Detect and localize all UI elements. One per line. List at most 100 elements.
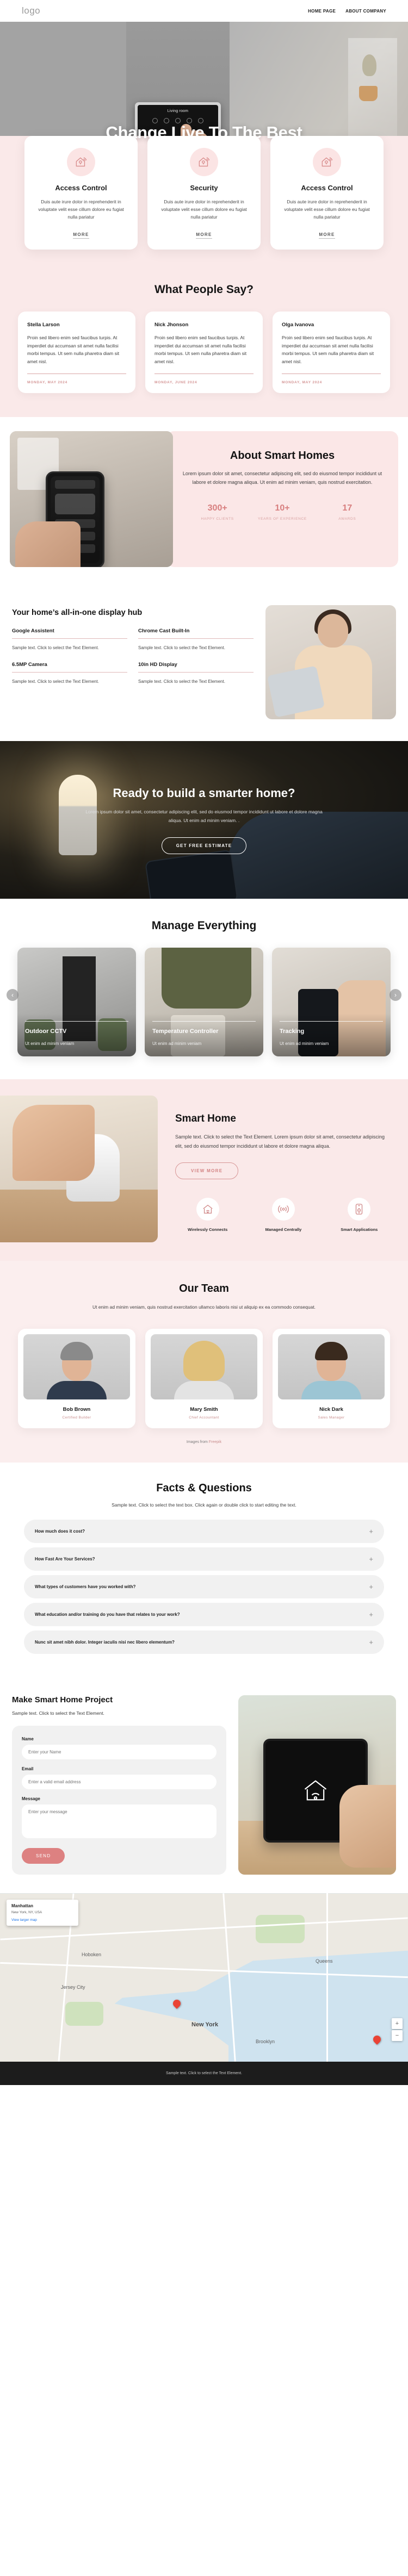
hub-feature-text: Sample text. Click to select the Text El…: [138, 645, 225, 651]
view-larger-map-link[interactable]: View larger map: [11, 1918, 73, 1922]
map-section[interactable]: New York Jersey City Brooklyn Hoboken Qu…: [0, 1893, 408, 2062]
about-stats: 300+ HAPPY CLIENTS 10+ YEARS OF EXPERIEN…: [181, 503, 384, 522]
divider: [12, 672, 127, 673]
contact-form: Name Email Message SEND: [12, 1726, 226, 1875]
site-footer: Sample text. Click to select the Text El…: [0, 2062, 408, 2086]
plus-icon[interactable]: +: [369, 1639, 373, 1646]
feature-card-text: Duis aute irure dolor in reprehenderit i…: [161, 199, 247, 220]
about-text: Lorem ipsum dolor sit amet, consectetur …: [182, 471, 382, 486]
plus-icon[interactable]: +: [369, 1611, 373, 1618]
faq-item[interactable]: What education and/or training do you ha…: [24, 1603, 384, 1627]
smart-feature: Smart Applications: [327, 1197, 392, 1232]
feature-card-more-link[interactable]: MORE: [196, 232, 212, 239]
team-member-card: Mary Smith Chief Accountant: [145, 1329, 263, 1429]
feature-card: Access Control Duis aute irure dolor in …: [270, 136, 384, 250]
smart-feature-label: Managed Centrally: [265, 1227, 302, 1232]
manage-card-text: Ut enim ad minim veniam: [152, 1041, 202, 1047]
team-title: Our Team: [179, 1283, 229, 1295]
feature-card-text: Duis aute irure dolor in reprehenderit i…: [284, 199, 370, 220]
faq-item[interactable]: How much does it cost? +: [24, 1520, 384, 1544]
hub-feature-text: Sample text. Click to select the Text El…: [138, 679, 225, 685]
feature-card: Security Duis aute irure dolor in repreh…: [147, 136, 261, 250]
map-label-new-york: New York: [191, 2021, 219, 2029]
manage-card[interactable]: Outdoor CCTV Ut enim ad minim veniam: [17, 948, 136, 1057]
avatar: [23, 1334, 130, 1400]
logo[interactable]: logo: [22, 5, 40, 16]
footer-text: Sample text. Click to select the Text El…: [166, 2071, 242, 2076]
nav-item-home-page[interactable]: HOME PAGE: [308, 9, 336, 14]
divider: [12, 638, 127, 639]
email-input[interactable]: [22, 1775, 217, 1790]
stat-number: 300+: [207, 503, 227, 513]
about-title: About Smart Homes: [230, 450, 335, 462]
team-member-role: Sales Manager: [318, 1416, 345, 1420]
map-panel-address: New York, NY, USA: [11, 1911, 42, 1915]
display-hub-section: Your home’s all-in-one display hub Googl…: [0, 583, 408, 741]
hub-feature: Chrome Cast Built-In Sample text. Click …: [138, 628, 254, 652]
stat-item: 300+ HAPPY CLIENTS: [185, 503, 250, 522]
view-more-button[interactable]: VIEW MORE: [175, 1162, 239, 1179]
smartphone-app-icon: [348, 1197, 371, 1221]
testimonial-text: Proin sed libero enim sed faucibus turpi…: [282, 335, 374, 364]
get-free-estimate-button[interactable]: GET FREE ESTIMATE: [161, 837, 247, 854]
feature-card: Access Control Duis aute irure dolor in …: [24, 136, 138, 250]
image-credit: Images from Freepik: [0, 1440, 408, 1444]
manage-card[interactable]: Tracking Ut enim ad minim veniam: [272, 948, 391, 1057]
faq-item[interactable]: How Fast Are Your Services? +: [24, 1547, 384, 1571]
contact-photo: [238, 1695, 396, 1875]
faq-item[interactable]: Nunc sit amet nibh dolor. Integer iaculi…: [24, 1631, 384, 1654]
nav-item-about-company[interactable]: ABOUT COMPANY: [345, 9, 386, 14]
testimonial-author: Stella Larson: [27, 322, 60, 328]
avatar: [278, 1334, 385, 1400]
map-label-hoboken: Hoboken: [82, 1952, 102, 1958]
team-member-name: Mary Smith: [190, 1407, 218, 1413]
faq-question: What education and/or training do you ha…: [35, 1612, 180, 1617]
faq-question: What types of customers have you worked …: [35, 1584, 136, 1590]
hub-feature: 10in HD Display Sample text. Click to se…: [138, 662, 254, 686]
plus-icon[interactable]: +: [369, 1583, 373, 1590]
hub-feature-title: 6.5MP Camera: [12, 662, 47, 668]
about-section: About Smart Homes Lorem ipsum dolor sit …: [0, 417, 408, 584]
feature-card-more-link[interactable]: MORE: [319, 232, 335, 239]
testimonial-date: MONDAY, MAY 2024: [27, 381, 67, 385]
divider: [138, 672, 254, 673]
zoom-out-button[interactable]: −: [392, 2030, 403, 2042]
hub-feature: Google Assistent Sample text. Click to s…: [12, 628, 127, 652]
testimonials-title: What People Say?: [154, 283, 254, 296]
smart-feature-label: Smart Applications: [341, 1227, 378, 1232]
stat-number: 10+: [275, 503, 290, 513]
feature-card-more-link[interactable]: MORE: [73, 232, 89, 239]
name-input[interactable]: [22, 1745, 217, 1760]
smart-home-wifi-icon: [190, 148, 218, 176]
team-member-card: Nick Dark Sales Manager: [273, 1329, 390, 1429]
map-label-brooklyn: Brooklyn: [256, 2039, 275, 2045]
plus-icon[interactable]: +: [369, 1528, 373, 1535]
feature-card-title: Access Control: [301, 184, 353, 192]
map-info-panel[interactable]: Manhattan New York, NY, USA View larger …: [7, 1900, 78, 1926]
hub-photo: [265, 605, 396, 720]
signal-waves-icon: [271, 1197, 295, 1221]
stat-label: AWARDS: [338, 517, 356, 521]
zoom-in-button[interactable]: +: [392, 2018, 403, 2030]
manage-title: Manage Everything: [151, 919, 257, 932]
manage-card[interactable]: Temperature Controller Ut enim ad minim …: [145, 948, 263, 1057]
faq-item[interactable]: What types of customers have you worked …: [24, 1575, 384, 1599]
contact-subtitle: Sample text. Click to select the Text El…: [12, 1710, 104, 1716]
send-button[interactable]: SEND: [22, 1848, 65, 1864]
freepik-link[interactable]: Freepik: [209, 1440, 221, 1444]
testimonials-section: What People Say? Stella Larson Proin sed…: [0, 271, 408, 418]
manage-card-title: Temperature Controller: [152, 1028, 219, 1035]
plus-icon[interactable]: +: [369, 1555, 373, 1563]
manage-card-text: Ut enim ad minim veniam: [25, 1041, 75, 1047]
faq-question: How much does it cost?: [35, 1529, 85, 1534]
smart-home-wifi-icon: [67, 148, 95, 176]
message-textarea[interactable]: [22, 1805, 217, 1839]
main-nav: HOME PAGE ABOUT COMPANY: [308, 9, 386, 14]
testimonial-author: Nick Jhonson: [154, 322, 189, 328]
hub-title: Your home’s all-in-one display hub: [12, 608, 143, 618]
testimonial-text: Proin sed libero enim sed faucibus turpi…: [27, 335, 120, 364]
divider: [138, 638, 254, 639]
manage-card-title: Outdoor CCTV: [25, 1028, 67, 1035]
hub-feature-title: 10in HD Display: [138, 662, 177, 668]
cta-section: Ready to build a smarter home? Lorem ips…: [0, 741, 408, 899]
